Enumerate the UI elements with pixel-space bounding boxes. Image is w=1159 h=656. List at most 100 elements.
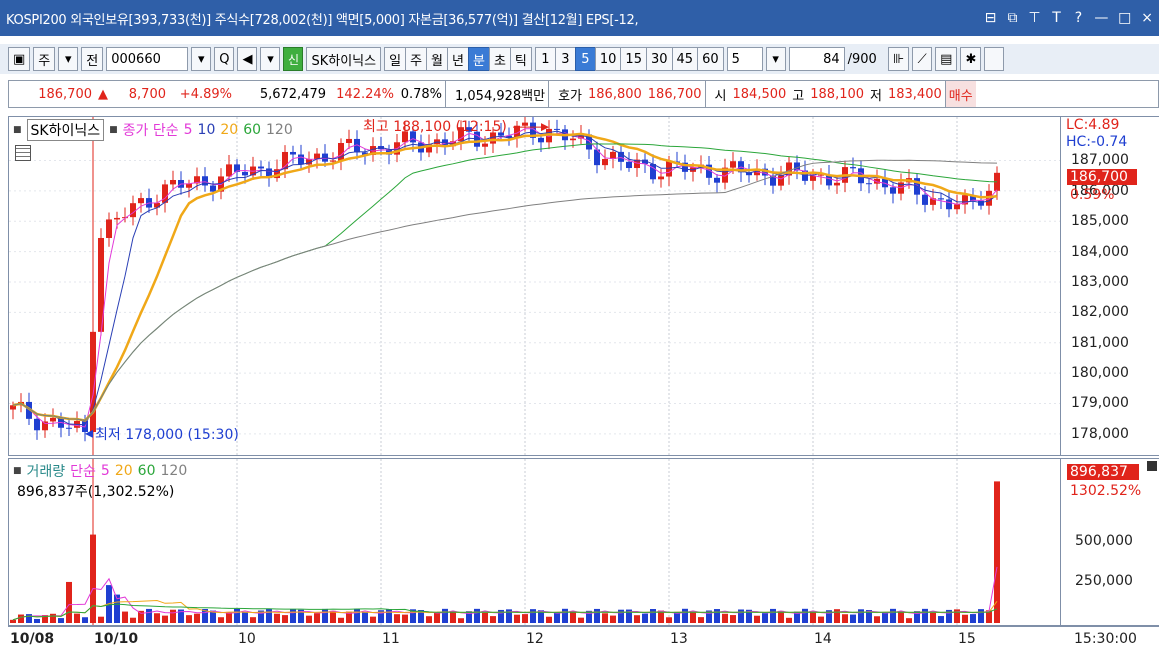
legend-volume-ma-type: 단순 xyxy=(70,464,96,480)
interval-input[interactable]: 5 xyxy=(726,47,763,71)
volume-bar xyxy=(754,615,760,623)
volume-bar xyxy=(482,612,488,623)
period-week-button[interactable]: 주 xyxy=(405,47,427,71)
legend-ma60: 60 xyxy=(243,122,262,138)
volume-bar xyxy=(514,614,520,623)
interval-60-button[interactable]: 60 xyxy=(697,47,724,71)
sound-icon[interactable]: ◀ xyxy=(237,47,258,71)
menu-dropdown-icon[interactable]: ▾ xyxy=(58,47,79,71)
legend-vol-ma20: 20 xyxy=(114,463,133,479)
count-total: /900 xyxy=(847,51,877,67)
legend-ma10: 10 xyxy=(197,122,216,138)
save-icon[interactable]: ▤ xyxy=(935,47,958,71)
indicator-icon[interactable]: ⟋ xyxy=(912,47,933,71)
font-icon[interactable]: T xyxy=(1050,10,1062,26)
volume-bar xyxy=(186,615,192,623)
interval-30-button[interactable]: 30 xyxy=(645,47,672,71)
current-volume-pct: 1302.52% xyxy=(1070,483,1142,499)
volume-bar xyxy=(978,609,984,623)
interval-1-button[interactable]: 1 xyxy=(534,47,555,71)
volume-bar xyxy=(938,616,944,623)
price-chart-pane[interactable]: 최고 188,100 (12:15) 최저 178,000 (15:30) ■ S… xyxy=(8,116,1061,456)
period-day-button[interactable]: 일 xyxy=(384,47,406,71)
interval-45-button[interactable]: 45 xyxy=(671,47,698,71)
title-bar: KOSPI200 외국인보유[393,733(천)] 주식수[728,002(천… xyxy=(0,0,1159,36)
price-tick: 180,000 xyxy=(1071,365,1129,382)
candle-body xyxy=(298,154,304,165)
code-dropdown-icon[interactable]: ▾ xyxy=(191,47,212,71)
maximize-icon[interactable]: □ xyxy=(1118,10,1131,26)
interval-15-button[interactable]: 15 xyxy=(620,47,646,71)
market-button[interactable]: 전 xyxy=(81,47,104,71)
volume-bar xyxy=(162,615,168,623)
minimize-icon[interactable]: — xyxy=(1094,10,1108,26)
price-tick: 185,000 xyxy=(1071,213,1129,230)
volume-bar xyxy=(882,612,888,623)
candle-type-icon[interactable]: ⊪ xyxy=(887,47,910,71)
volume-ratio: 142.24% xyxy=(336,86,394,102)
candle-body xyxy=(130,203,136,218)
volume-bar xyxy=(394,614,400,623)
vol-ma20-line xyxy=(12,599,998,621)
candle-body xyxy=(850,167,856,169)
legend-stock-name[interactable]: SK하이닉스 xyxy=(26,119,105,141)
legend-vol-ma120: 120 xyxy=(160,463,188,479)
new-listing-button[interactable]: 신 xyxy=(283,47,304,71)
time-label: 12 xyxy=(526,631,544,647)
candle-body xyxy=(554,128,560,130)
close-icon[interactable] xyxy=(1147,461,1157,471)
layout-icon[interactable]: ▣ xyxy=(8,47,31,71)
volume-bar xyxy=(962,614,968,623)
window-controls: ⊟ ⧉ ⊤ T ? — □ × xyxy=(984,10,1159,26)
candle-body xyxy=(170,179,176,185)
candle-body xyxy=(290,151,296,155)
help-icon[interactable]: ? xyxy=(1072,10,1084,26)
volume-bar xyxy=(146,608,152,623)
interval-dropdown-icon[interactable]: ▾ xyxy=(765,47,786,71)
legend-ma20: 20 xyxy=(220,122,239,138)
grid-table-icon[interactable] xyxy=(15,145,31,161)
period-minute-button[interactable]: 분 xyxy=(467,47,489,71)
volume-bar xyxy=(570,611,576,623)
interval-10-button[interactable]: 10 xyxy=(594,47,621,71)
menu-button[interactable]: 주 xyxy=(33,47,56,71)
close-icon[interactable]: × xyxy=(1141,10,1153,26)
pin-icon[interactable]: ⊤ xyxy=(1028,10,1040,26)
volume-chart-pane[interactable]: ■ 거래량 단순 5 20 60 120 896,837주(1,302.52%) xyxy=(8,458,1061,626)
period-group: 일 주 월 년 분 초 틱 xyxy=(384,47,532,71)
price-tick: 182,000 xyxy=(1071,304,1129,321)
count-input[interactable]: 84 xyxy=(788,47,845,71)
volume-bar xyxy=(306,615,312,623)
candle-body xyxy=(66,427,72,429)
current-pct-tag: 0.59% xyxy=(1070,187,1115,203)
candle-body xyxy=(834,182,840,186)
period-tick-button[interactable]: 틱 xyxy=(509,47,532,71)
search-icon[interactable]: Q xyxy=(214,47,235,71)
volume-bar xyxy=(850,614,856,623)
current-price-tag: 186,700 xyxy=(1067,169,1137,185)
code-input[interactable]: 000660 xyxy=(106,47,189,71)
volume-bar xyxy=(354,608,360,623)
period-second-button[interactable]: 초 xyxy=(488,47,510,71)
period-year-button[interactable]: 년 xyxy=(447,47,468,71)
checkbox-icon[interactable] xyxy=(984,47,1005,71)
window-restore-icon[interactable]: ⊟ xyxy=(984,10,997,26)
toolbar: ▣ 주 ▾ 전 000660 ▾ Q ◀ ▾ 신 SK하이닉스 일 주 월 년 … xyxy=(0,44,1159,74)
volume-bar xyxy=(58,618,64,623)
interval-5-button[interactable]: 5 xyxy=(574,47,595,71)
candle-body xyxy=(226,164,232,177)
open-label: 시 xyxy=(714,88,727,104)
ma5-line xyxy=(12,128,998,428)
gear-icon[interactable]: ✱ xyxy=(960,47,982,71)
volume-current: 896,837주(1,302.52%) xyxy=(17,484,175,500)
volume-bar xyxy=(578,617,584,623)
popout-icon[interactable]: ⧉ xyxy=(1006,10,1018,26)
interval-3-button[interactable]: 3 xyxy=(554,47,575,71)
price-tick: 187,000 xyxy=(1071,152,1129,169)
volume-bar xyxy=(314,613,320,623)
stock-name[interactable]: SK하이닉스 xyxy=(306,47,382,71)
buy-button[interactable]: 매수 xyxy=(944,81,976,107)
volume-bar xyxy=(554,612,560,623)
sound-dropdown-icon[interactable]: ▾ xyxy=(260,47,281,71)
period-month-button[interactable]: 월 xyxy=(426,47,447,71)
